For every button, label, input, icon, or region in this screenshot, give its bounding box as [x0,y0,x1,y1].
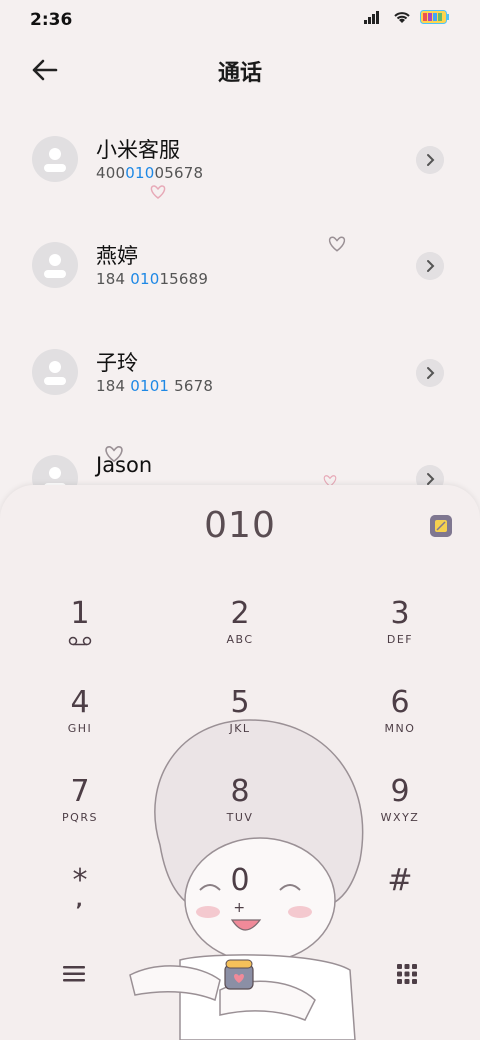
page-title: 通话 [217,61,262,86]
contact-number: 184 0101 5678 [96,377,214,395]
contact-item[interactable]: 小米客服 40001005678 [0,126,480,206]
key-digit: 5 [230,685,250,720]
key-letters: + [233,900,247,916]
key-6[interactable]: 6 MNO [340,686,460,766]
dialpad-icon[interactable] [396,963,418,985]
key-digit: 6 [390,685,410,720]
menu-icon[interactable] [63,965,85,983]
key-7[interactable]: 7 PQRS [20,775,140,855]
status-icons [364,10,450,24]
person-icon [44,254,66,278]
key-digit: 4 [70,685,90,720]
signal-icon [364,11,379,24]
heart-doodle-icon [105,446,123,463]
key-digit: 9 [390,774,410,809]
key-5[interactable]: 5 JKL [180,686,300,766]
key-0[interactable]: 0 + [180,864,300,944]
chevron-right-icon[interactable] [416,252,444,280]
contact-item[interactable]: 子玲 184 0101 5678 [0,339,480,419]
status-bar: 2:36 [0,0,480,40]
heart-doodle-icon [328,236,346,252]
contact-name: 燕婷 [96,244,138,268]
key-digit: 2 [230,596,250,631]
key-digit: # [387,863,413,898]
key-digit: 7 [70,774,90,809]
status-time: 2:36 [30,10,73,30]
person-icon [44,148,66,172]
key-digit: 0 [230,863,250,898]
chevron-right-icon[interactable] [416,146,444,174]
key-hash[interactable]: # [340,864,460,944]
wifi-icon [394,12,410,23]
heart-doodle-icon [150,185,166,199]
contact-name: 小米客服 [96,138,180,162]
key-letters: WXYZ [380,811,420,824]
key-letters: MNO [384,722,416,735]
paste-button-icon[interactable] [430,515,452,537]
key-letters: PQRS [62,811,98,824]
chevron-right-icon[interactable] [416,359,444,387]
contact-name: 子玲 [96,351,138,375]
header: 通话 [0,45,480,95]
avatar [32,136,78,182]
contact-item[interactable]: 燕婷 184 01015689 [0,232,480,312]
key-digit: 8 [230,774,250,809]
key-2[interactable]: 2 ABC [180,597,300,677]
avatar [32,242,78,288]
key-letters: , [75,890,85,911]
battery-icon [420,10,449,24]
contact-number: 184 01015689 [96,270,209,288]
key-letters: ABC [226,633,254,646]
key-letters: GHI [67,722,93,735]
key-9[interactable]: 9 WXYZ [340,775,460,855]
key-8[interactable]: 8 TUV [180,775,300,855]
key-letters: TUV [226,811,254,824]
key-digit: 1 [70,596,90,631]
key-letters: JKL [229,722,251,735]
dialed-number-display[interactable]: 010 [0,505,480,546]
avatar [32,349,78,395]
key-4[interactable]: 4 GHI [20,686,140,766]
key-letters: DEF [386,633,414,646]
key-1[interactable]: 1 [20,597,140,677]
contact-number: 40001005678 [96,164,204,182]
person-icon [44,361,66,385]
voicemail-icon [68,636,92,646]
key-digit: 3 [390,596,410,631]
key-star[interactable]: * , [20,864,140,944]
dialer-panel: 010 1 2 ABC 3 DEF 4 GHI 5 JKL 6 MNO 7 PQ… [0,485,480,1040]
key-3[interactable]: 3 DEF [340,597,460,677]
